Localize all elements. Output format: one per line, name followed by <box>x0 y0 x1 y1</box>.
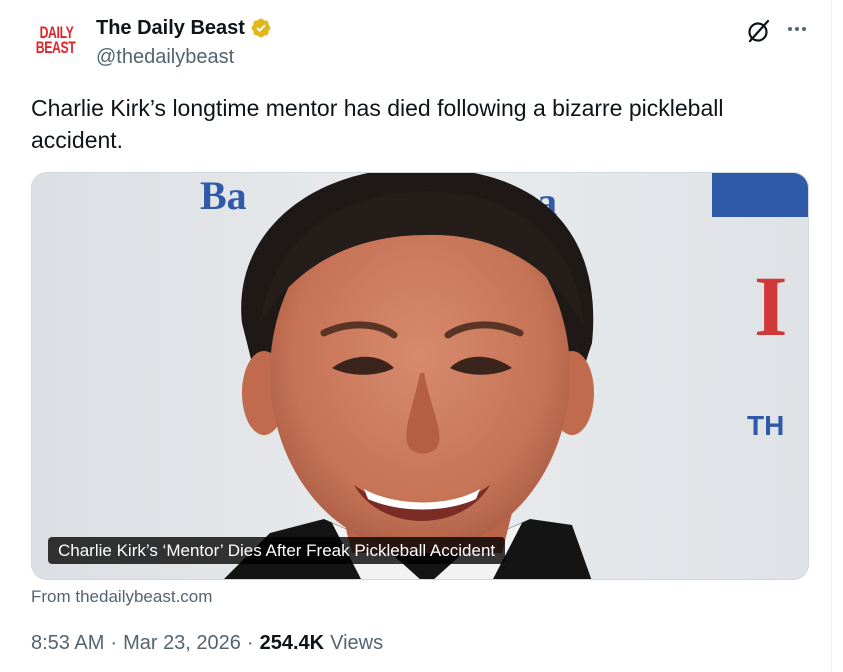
views-label: Views <box>330 632 384 654</box>
tweet: DAILY BEAST The Daily Beast @thedailybea… <box>0 0 832 672</box>
more-options-icon[interactable] <box>784 18 810 40</box>
tweet-meta: 8:53 AM · Mar 23, 2026 · 254.4K Views <box>31 632 383 655</box>
svg-text:Ba: Ba <box>200 173 247 218</box>
svg-text:TH: TH <box>747 410 784 441</box>
card-source[interactable]: From thedailybeast.com <box>31 587 212 607</box>
verified-badge-icon[interactable] <box>250 17 272 39</box>
link-card-media[interactable]: Ba a I TH Charlie Kirk’s ‘Mentor’ Dies A… <box>31 172 809 580</box>
article-photo: Ba a I TH <box>32 173 808 579</box>
tweet-date[interactable]: Mar 23, 2026 <box>123 632 241 655</box>
card-caption: Charlie Kirk’s ‘Mentor’ Dies After Freak… <box>48 537 506 564</box>
grok-icon[interactable] <box>746 18 772 44</box>
more-dot <box>788 27 792 31</box>
handle[interactable]: @thedailybeast <box>96 46 272 69</box>
more-dot <box>795 27 799 31</box>
user-info: The Daily Beast @thedailybeast <box>96 16 272 69</box>
meta-separator: · <box>110 632 118 654</box>
views-count[interactable]: 254.4K <box>260 632 325 655</box>
display-name[interactable]: The Daily Beast <box>96 17 245 40</box>
avatar[interactable]: DAILY BEAST <box>32 16 80 64</box>
name-row: The Daily Beast <box>96 16 272 40</box>
more-dot <box>802 27 806 31</box>
meta-separator: · <box>246 632 254 654</box>
avatar-logo-line-2: BEAST <box>36 38 76 57</box>
svg-text:I: I <box>754 258 787 354</box>
tweet-text: Charlie Kirk’s longtime mentor has died … <box>31 95 724 153</box>
tweet-time[interactable]: 8:53 AM <box>31 632 104 655</box>
